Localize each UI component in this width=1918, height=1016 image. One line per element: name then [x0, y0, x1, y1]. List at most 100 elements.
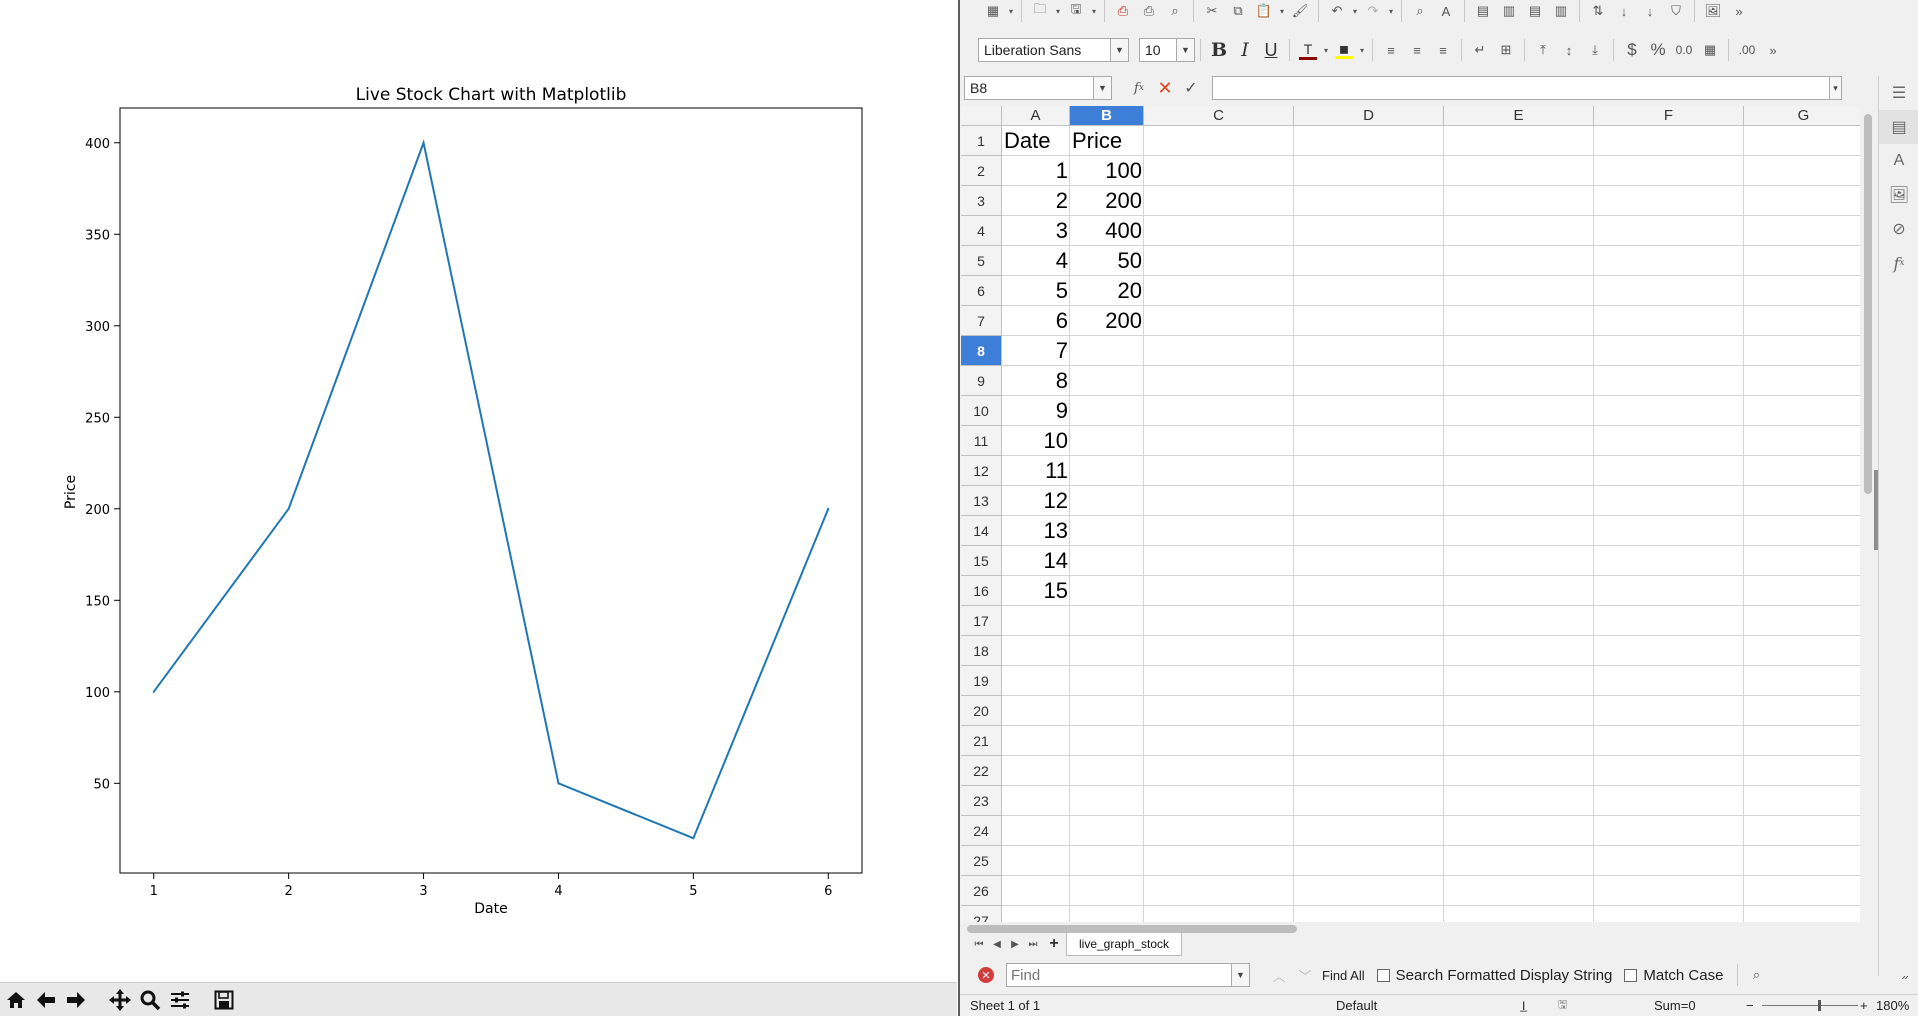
search-formatted-checkbox[interactable]	[1376, 968, 1390, 982]
find-all-button[interactable]: Find All	[1322, 968, 1365, 983]
align-bottom-icon[interactable]: ⤓	[1582, 37, 1608, 63]
row-header-8[interactable]: 8	[961, 336, 1002, 366]
configure-icon[interactable]	[166, 986, 194, 1014]
number-format-icon[interactable]: 0.0	[1671, 37, 1697, 63]
zoom-slider-handle[interactable]	[1818, 1000, 1821, 1011]
autofilter-icon[interactable]: ⛉	[1663, 0, 1689, 24]
column-header-f[interactable]: F	[1594, 106, 1744, 126]
more-icon[interactable]: »	[1760, 37, 1786, 63]
percent-icon[interactable]: %	[1645, 37, 1671, 63]
row-header-12[interactable]: 12	[961, 456, 1002, 486]
find-input[interactable]	[1006, 963, 1232, 987]
row-header-2[interactable]: 2	[961, 156, 1002, 186]
row-header-1[interactable]: 1	[961, 126, 1002, 156]
find-replace-icon[interactable]: ⌕	[1407, 0, 1433, 24]
cell-a11[interactable]: 10	[1002, 426, 1070, 456]
column-header-d[interactable]: D	[1294, 106, 1444, 126]
gallery-icon[interactable]: 🖼	[1879, 178, 1918, 212]
column-header-g[interactable]: G	[1744, 106, 1860, 126]
cell-a4[interactable]: 3	[1002, 216, 1070, 246]
chevron-down-icon[interactable]: ▾	[1053, 0, 1063, 24]
cell-a12[interactable]: 11	[1002, 456, 1070, 486]
cell-b1[interactable]: Price	[1070, 126, 1144, 156]
spelling-icon[interactable]: A	[1433, 0, 1459, 24]
column-header-e[interactable]: E	[1444, 106, 1594, 126]
properties-icon[interactable]: ▤	[1879, 110, 1918, 144]
cell-a14[interactable]: 13	[1002, 516, 1070, 546]
align-top-icon[interactable]: ⤒	[1530, 37, 1556, 63]
chevron-down-icon[interactable]: ▾	[1357, 37, 1367, 63]
sort-icon[interactable]: ⇅	[1585, 0, 1611, 24]
row-header-14[interactable]: 14	[961, 516, 1002, 546]
merge-cells-icon[interactable]: ⊞	[1493, 37, 1519, 63]
functions-icon[interactable]: fx	[1879, 246, 1918, 280]
row-header-15[interactable]: 15	[961, 546, 1002, 576]
zoom-level[interactable]: 180%	[1876, 998, 1909, 1013]
align-center-icon[interactable]: ≡	[1404, 37, 1430, 63]
cell-b6[interactable]: 20	[1070, 276, 1144, 306]
bold-icon[interactable]: B	[1206, 37, 1232, 63]
pan-icon[interactable]	[106, 986, 134, 1014]
sort-descending-icon[interactable]: ↓	[1637, 0, 1663, 24]
cell-a3[interactable]: 2	[1002, 186, 1070, 216]
back-icon[interactable]	[32, 986, 60, 1014]
last-sheet-icon[interactable]: ⏭	[1024, 931, 1042, 957]
styles-icon[interactable]: A	[1879, 144, 1918, 178]
row-header-26[interactable]: 26	[961, 876, 1002, 906]
zoom-in-icon[interactable]: +	[1860, 998, 1868, 1013]
cell-a5[interactable]: 4	[1002, 246, 1070, 276]
selection-mode-icon[interactable]: I̲	[1522, 999, 1525, 1013]
undo-icon[interactable]: ↶	[1324, 0, 1350, 24]
clone-formatting-icon[interactable]: 🖌	[1287, 0, 1313, 24]
delete-column-icon[interactable]: ▥	[1548, 0, 1574, 24]
row-header-7[interactable]: 7	[961, 306, 1002, 336]
forward-icon[interactable]	[62, 986, 90, 1014]
cell-a9[interactable]: 8	[1002, 366, 1070, 396]
date-format-icon[interactable]: ▦	[1697, 37, 1723, 63]
paste-icon[interactable]: 📋	[1251, 0, 1277, 24]
formula-input[interactable]	[1212, 76, 1830, 100]
align-left-icon[interactable]: ≡	[1378, 37, 1404, 63]
chevron-down-icon[interactable]: ▼	[1111, 38, 1129, 62]
chevron-down-icon[interactable]: ▾	[1350, 0, 1360, 24]
delete-row-icon[interactable]: ▤	[1522, 0, 1548, 24]
sort-ascending-icon[interactable]: ↓	[1611, 0, 1637, 24]
print-icon[interactable]: ⎙	[1136, 0, 1162, 24]
row-header-22[interactable]: 22	[961, 756, 1002, 786]
row-header-18[interactable]: 18	[961, 636, 1002, 666]
cell-a2[interactable]: 1	[1002, 156, 1070, 186]
currency-icon[interactable]: $	[1619, 37, 1645, 63]
navigator-icon[interactable]: ⊘	[1879, 212, 1918, 246]
row-header-27[interactable]: 27	[961, 906, 1002, 922]
chevron-down-icon[interactable]: ▼	[1094, 76, 1112, 100]
sheet-tab[interactable]: live_graph_stock	[1066, 932, 1183, 956]
chevron-down-icon[interactable]: ▾	[1089, 0, 1099, 24]
wrap-text-icon[interactable]: ↵	[1467, 37, 1493, 63]
find-previous-icon[interactable]: ︿	[1266, 962, 1292, 988]
row-icon[interactable]: ▤	[1470, 0, 1496, 24]
font-size-box[interactable]: 10	[1139, 38, 1177, 62]
align-middle-icon[interactable]: ↕	[1556, 37, 1582, 63]
cell-a10[interactable]: 9	[1002, 396, 1070, 426]
italic-icon[interactable]: I	[1232, 37, 1258, 63]
row-header-3[interactable]: 3	[961, 186, 1002, 216]
row-header-11[interactable]: 11	[961, 426, 1002, 456]
next-sheet-icon[interactable]: ▶	[1006, 931, 1024, 957]
home-icon[interactable]	[2, 986, 30, 1014]
chevron-down-icon[interactable]: ▾	[1006, 0, 1016, 24]
column-icon[interactable]: ▥	[1496, 0, 1522, 24]
close-find-icon[interactable]: ✕	[978, 967, 994, 983]
zoom-slider[interactable]	[1762, 1000, 1858, 1011]
row-header-19[interactable]: 19	[961, 666, 1002, 696]
cell-a1[interactable]: Date	[1002, 126, 1070, 156]
row-header-17[interactable]: 17	[961, 606, 1002, 636]
cell-a13[interactable]: 12	[1002, 486, 1070, 516]
match-case-checkbox[interactable]	[1624, 968, 1638, 982]
column-header-c[interactable]: C	[1144, 106, 1294, 126]
row-header-9[interactable]: 9	[961, 366, 1002, 396]
table-icon[interactable]: ▦	[980, 0, 1006, 24]
row-header-23[interactable]: 23	[961, 786, 1002, 816]
row-header-24[interactable]: 24	[961, 816, 1002, 846]
highlight-color-icon[interactable]: ◼	[1331, 37, 1357, 63]
save-icon[interactable]: 🖫	[1063, 0, 1089, 24]
